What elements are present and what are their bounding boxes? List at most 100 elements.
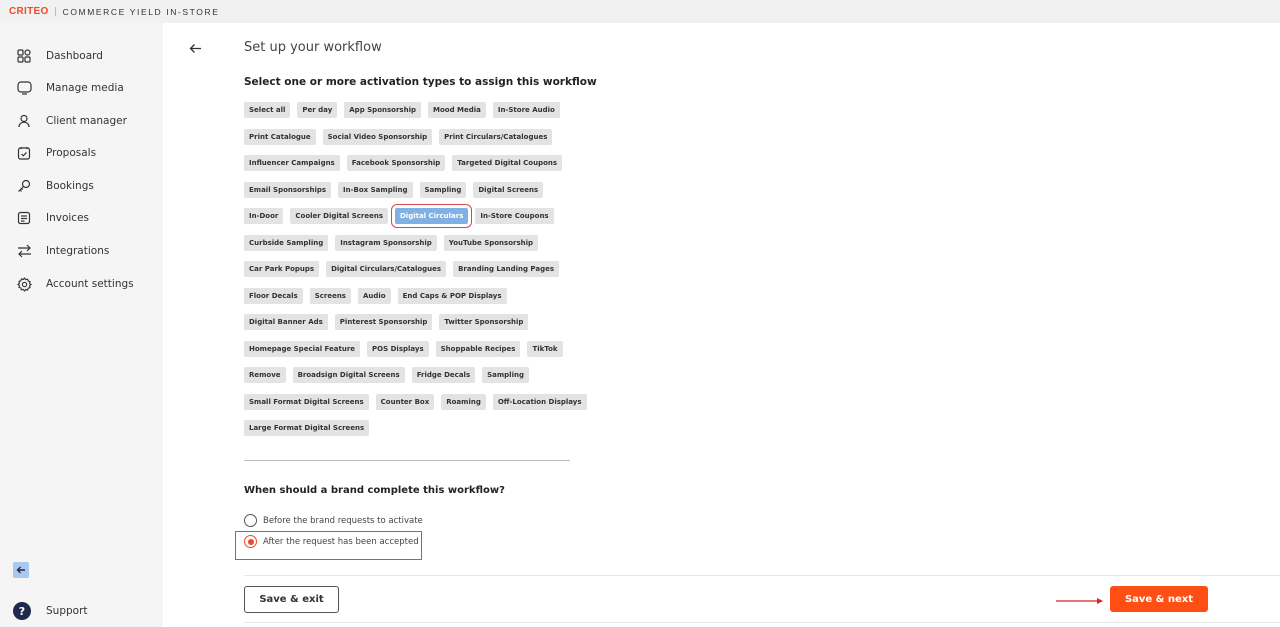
- activation-chip[interactable]: Instagram Sponsorship: [335, 234, 437, 251]
- activation-chip[interactable]: Select all: [244, 102, 291, 118]
- swap-arrows-icon: [16, 243, 32, 259]
- activation-chip[interactable]: End Caps & POP Displays: [397, 287, 507, 304]
- activation-chip[interactable]: Sampling: [419, 181, 467, 198]
- help-icon: ?: [13, 602, 31, 620]
- activation-chip[interactable]: Small Format Digital Screens: [244, 393, 369, 410]
- sidebar-item-bookings[interactable]: Bookings: [0, 171, 163, 201]
- activation-chip[interactable]: Floor Decals: [244, 287, 303, 304]
- activation-chip[interactable]: YouTube Sponsorship: [443, 234, 539, 251]
- chip-row: Large Format Digital Screens: [244, 420, 584, 447]
- activation-chip[interactable]: Off-Location Displays: [492, 393, 587, 410]
- chip-row: Homepage Special Feature POS Displays Shop…: [244, 340, 584, 368]
- sidebar-item-label: Proposals: [46, 147, 97, 159]
- invoice-icon: [16, 210, 32, 226]
- chip-row: Influencer Campaigns Facebook Sponsorship…: [244, 155, 584, 182]
- sidebar-item-proposals[interactable]: Proposals: [0, 138, 163, 168]
- activation-chip[interactable]: Facebook Sponsorship: [346, 155, 446, 171]
- activation-type-chips: Select all Per day App Sponsorship Mood Med…: [244, 102, 587, 447]
- gear-icon: [16, 276, 32, 292]
- activation-chip[interactable]: In-Store Coupons: [475, 208, 554, 224]
- sidebar-item-label: Integrations: [46, 245, 110, 257]
- selection-highlight: [235, 531, 422, 560]
- support-label: Support: [46, 605, 88, 617]
- proposals-icon: [16, 145, 32, 161]
- activation-chip[interactable]: Audio: [357, 287, 391, 304]
- activation-chip[interactable]: Digital Circulars/Catalogues: [326, 261, 447, 277]
- criteo-logo[interactable]: CRITEO: [9, 6, 49, 17]
- sidebar-item-account-settings[interactable]: Account settings: [0, 269, 163, 299]
- activation-chip[interactable]: Pinterest Sponsorship: [334, 314, 433, 330]
- activation-chip[interactable]: Roaming: [441, 393, 486, 410]
- activation-chip[interactable]: In-Box Sampling: [338, 181, 413, 198]
- activation-chip[interactable]: Fridge Decals: [411, 367, 476, 383]
- activation-chip[interactable]: In-Store Audio: [492, 102, 560, 118]
- grid-icon: [16, 48, 32, 64]
- logo-divider: [54, 7, 56, 16]
- activation-chip[interactable]: Broadsign Digital Screens: [292, 367, 405, 383]
- sidebar-item-dashboard[interactable]: Dashboard: [0, 41, 163, 71]
- activation-chip[interactable]: Counter Box: [375, 393, 435, 410]
- activation-chip[interactable]: POS Displays: [367, 340, 429, 357]
- chip-row: Select all Per day App Sponsorship Mood Med…: [244, 102, 584, 129]
- activation-chip[interactable]: Homepage Special Feature: [244, 340, 361, 357]
- activation-chip[interactable]: Social Video Sponsorship: [322, 128, 433, 145]
- back-button[interactable]: [186, 39, 204, 57]
- activation-chip[interactable]: Remove: [244, 367, 286, 383]
- sidebar-item-integrations[interactable]: Integrations: [0, 236, 163, 266]
- save-exit-button[interactable]: Save & exit: [244, 586, 339, 613]
- sidebar: Dashboard Manage media Client manager Pr…: [0, 23, 163, 627]
- timing-question: When should a brand complete this workfl…: [244, 485, 505, 496]
- sidebar-item-label: Dashboard: [46, 50, 103, 62]
- chip-row: Print Catalogue Social Video Sponsorship P…: [244, 128, 584, 156]
- back-arrow-icon: [189, 43, 201, 53]
- sidebar-item-client-manager[interactable]: Client manager: [0, 106, 163, 136]
- activation-chip[interactable]: Mood Media: [427, 102, 486, 118]
- key-icon: [16, 178, 32, 194]
- activation-chip[interactable]: Twitter Sponsorship: [439, 314, 529, 330]
- footer-divider: [244, 622, 1280, 623]
- activation-chip[interactable]: TikTok: [527, 340, 563, 357]
- collapse-sidebar-button[interactable]: [13, 562, 29, 578]
- activation-chip[interactable]: Screens: [309, 287, 351, 304]
- sidebar-item-manage-media[interactable]: Manage media: [0, 73, 163, 103]
- sidebar-item-label: Bookings: [46, 180, 94, 192]
- activation-chip[interactable]: Car Park Popups: [244, 261, 320, 277]
- top-bar: CRITEO COMMERCE YIELD IN-STORE: [0, 0, 1280, 23]
- activation-chip[interactable]: Digital Circulars: [390, 204, 473, 228]
- activation-chip[interactable]: Sampling: [482, 367, 529, 383]
- chip-row: In-Door Cooler Digital Screens Digital Cir…: [244, 204, 584, 235]
- section-divider: [244, 460, 570, 461]
- activation-chip[interactable]: Large Format Digital Screens: [244, 420, 370, 436]
- chip-row: Remove Broadsign Digital Screens Fridge De…: [244, 367, 584, 394]
- activation-chip[interactable]: Digital Screens: [473, 181, 544, 198]
- sidebar-item-invoices[interactable]: Invoices: [0, 203, 163, 233]
- activation-chip[interactable]: Email Sponsorships: [244, 181, 332, 198]
- activation-chip[interactable]: Print Catalogue: [244, 128, 316, 145]
- radio-before-request[interactable]: Before the brand requests to activate: [244, 514, 423, 527]
- activation-chip[interactable]: Targeted Digital Coupons: [452, 155, 563, 171]
- activation-chip[interactable]: App Sponsorship: [344, 102, 421, 118]
- activation-chip[interactable]: Per day: [297, 102, 338, 118]
- activation-chip[interactable]: Curbside Sampling: [244, 234, 329, 251]
- activation-chip[interactable]: Digital Banner Ads: [244, 314, 328, 330]
- footer-divider: [244, 575, 1280, 576]
- radio-button[interactable]: [244, 514, 257, 527]
- chip-row: Digital Banner Ads Pinterest Sponsorship T…: [244, 314, 584, 341]
- activation-types-heading: Select one or more activation types to a…: [244, 76, 597, 88]
- activation-chip[interactable]: In-Door: [244, 208, 284, 224]
- annotation-arrow-icon: [1056, 598, 1103, 604]
- save-next-button[interactable]: Save & next: [1110, 586, 1208, 612]
- sidebar-item-label: Client manager: [46, 115, 127, 127]
- activation-chip[interactable]: Print Circulars/Catalogues: [439, 128, 553, 145]
- activation-chip[interactable]: Cooler Digital Screens: [290, 208, 388, 224]
- chip-row: Email Sponsorships In-Box Sampling Samplin…: [244, 181, 584, 209]
- activation-chip[interactable]: Branding Landing Pages: [453, 261, 560, 277]
- chip-row: Small Format Digital Screens Counter Box R…: [244, 393, 587, 421]
- support-link[interactable]: ? Support: [13, 602, 88, 620]
- page-title: Set up your workflow: [244, 40, 382, 55]
- chip-row: Floor Decals Screens Audio End Caps & POP D…: [244, 287, 584, 315]
- activation-chip[interactable]: Shoppable Recipes: [435, 340, 521, 357]
- sidebar-item-label: Account settings: [46, 278, 134, 290]
- arrow-left-icon: [16, 566, 25, 574]
- activation-chip[interactable]: Influencer Campaigns: [244, 155, 340, 171]
